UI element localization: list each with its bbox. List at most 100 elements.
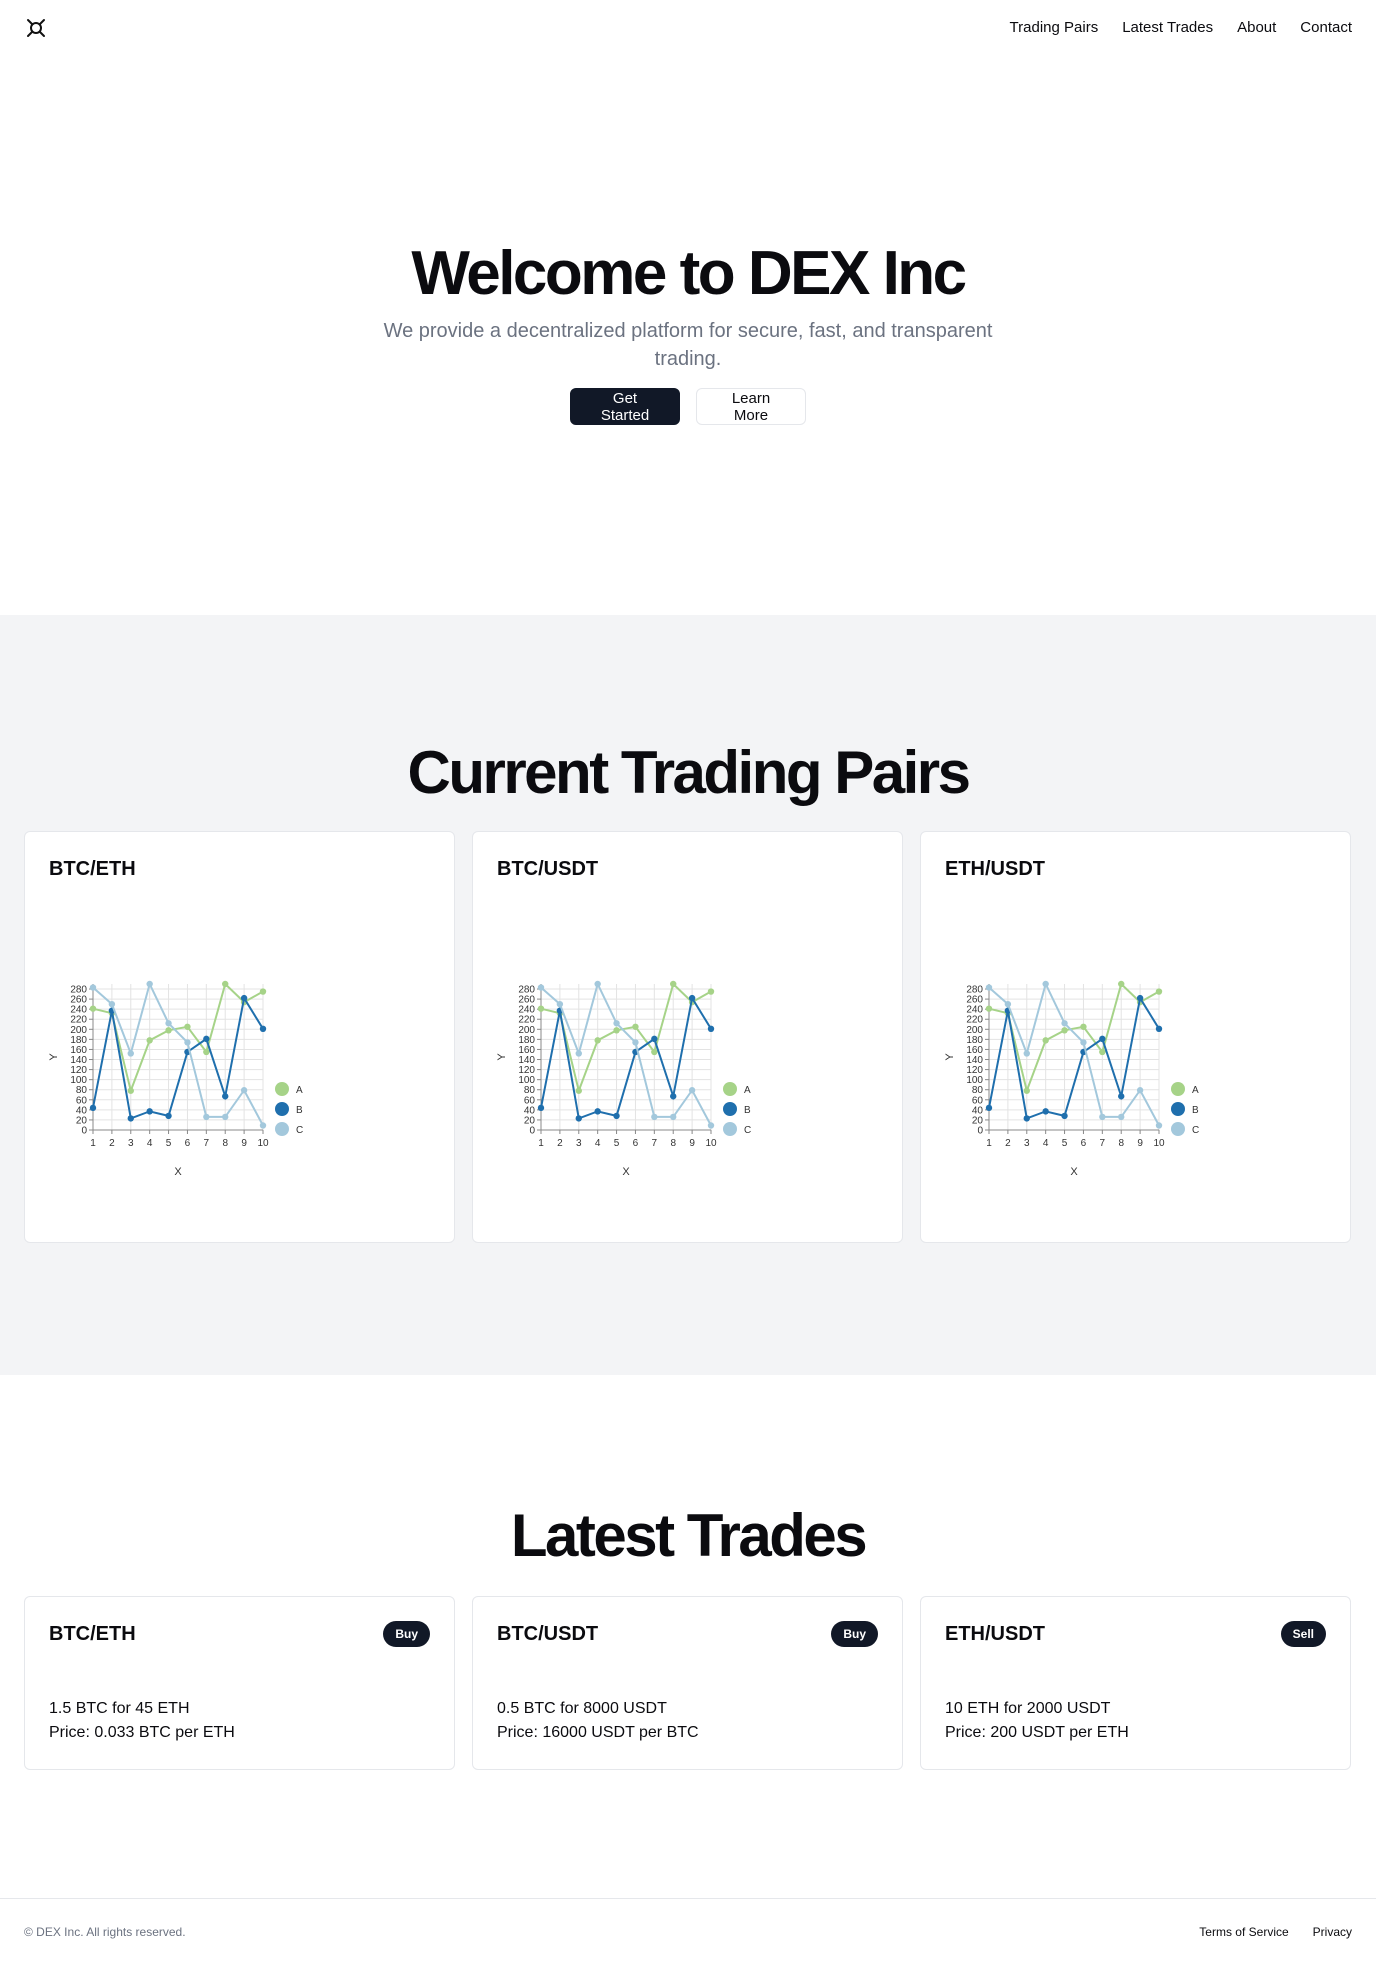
x-tick-label: 1	[538, 1138, 544, 1149]
data-point-C	[670, 1113, 677, 1121]
privacy-link[interactable]: Privacy	[1313, 1925, 1352, 1939]
data-point-C	[632, 1039, 639, 1046]
data-point-A	[707, 988, 715, 995]
hero-title: Welcome to DEX Inc	[411, 239, 967, 308]
pair-card: BTC/USDT 0 20 40 60 80 100 120 140 160 180 200 220 2…	[472, 831, 903, 1243]
y-tick-label: 160	[966, 1045, 983, 1056]
x-tick-label: 4	[147, 1138, 153, 1149]
x-tick-label: 3	[128, 1138, 134, 1149]
y-tick-label: 220	[70, 1015, 87, 1026]
data-point-A	[1023, 1087, 1030, 1094]
data-point-C	[89, 984, 97, 991]
data-point-A	[1099, 1048, 1106, 1056]
nav-contact[interactable]: Contact	[1300, 19, 1352, 36]
data-point-A	[1042, 1037, 1049, 1044]
y-tick-label: 120	[518, 1065, 535, 1076]
y-tick-label: 60	[76, 1095, 88, 1106]
legend-marker-C	[723, 1122, 737, 1136]
data-point-C	[240, 1087, 248, 1094]
data-point-C	[556, 1000, 564, 1008]
y-tick-label: 40	[524, 1105, 536, 1116]
y-tick-label: 80	[76, 1085, 88, 1096]
data-point-B	[1023, 1115, 1030, 1122]
data-point-C	[537, 984, 545, 991]
data-point-B	[1042, 1108, 1049, 1115]
data-point-A	[670, 980, 677, 988]
x-tick-label: 4	[595, 1138, 601, 1149]
y-tick-label: 220	[966, 1015, 983, 1026]
y-tick-label: 280	[966, 985, 983, 996]
nav-about[interactable]: About	[1237, 19, 1276, 36]
y-tick-label: 180	[70, 1035, 87, 1046]
get-started-button[interactable]: Get Started	[570, 388, 680, 425]
y-tick-label: 200	[966, 1025, 983, 1036]
y-axis-label: Y	[944, 1053, 956, 1061]
y-tick-label: 180	[518, 1035, 535, 1046]
data-point-B	[985, 1104, 993, 1112]
legend-label: B	[744, 1105, 751, 1116]
x-tick-label: 8	[1118, 1138, 1124, 1149]
trade-pair: BTC/USDT	[497, 1622, 599, 1645]
y-tick-label: 0	[529, 1126, 535, 1137]
data-point-C	[259, 1122, 267, 1129]
trade-cards: BTC/ETH Buy 1.5 BTC for 45 ETH Price: 0.…	[0, 1596, 1376, 1770]
learn-more-button[interactable]: Learn More	[696, 388, 806, 425]
y-tick-label: 260	[70, 995, 87, 1006]
x-tick-label: 7	[204, 1138, 210, 1149]
data-point-C	[1004, 1000, 1012, 1008]
data-point-C	[1118, 1113, 1125, 1121]
trade-card-header: BTC/ETH Buy	[49, 1621, 430, 1647]
y-axis-label: Y	[48, 1053, 60, 1061]
data-point-B	[1136, 994, 1144, 1002]
x-tick-label: 7	[1100, 1138, 1106, 1149]
pair-card: ETH/USDT 0 20 40 60 80 100 120 140 160 180 200 220 2…	[920, 831, 1351, 1243]
data-point-B	[1099, 1035, 1106, 1043]
data-point-B	[1061, 1112, 1068, 1120]
nav-latest-trades[interactable]: Latest Trades	[1122, 19, 1213, 36]
x-tick-label: 2	[1005, 1138, 1011, 1149]
site-header: Trading Pairs Latest Trades About Contac…	[0, 0, 1376, 55]
legend-label: A	[1192, 1085, 1199, 1096]
x-tick-label: 6	[1081, 1138, 1087, 1149]
trade-amount: 10 ETH for 2000 USDT	[945, 1700, 1111, 1717]
x-tick-label: 9	[689, 1138, 695, 1149]
y-tick-label: 40	[76, 1105, 88, 1116]
y-tick-label: 240	[518, 1005, 535, 1016]
y-tick-label: 240	[70, 1005, 87, 1016]
data-point-B	[165, 1112, 172, 1120]
legend-marker-C	[275, 1122, 289, 1136]
data-point-C	[1061, 1020, 1068, 1027]
legend-label: C	[1192, 1125, 1199, 1136]
x-tick-label: 8	[222, 1138, 228, 1149]
x-tick-label: 7	[652, 1138, 658, 1149]
legend-label: A	[744, 1085, 751, 1096]
y-tick-label: 280	[70, 985, 87, 996]
trade-amount: 1.5 BTC for 45 ETH	[49, 1700, 190, 1717]
terms-link[interactable]: Terms of Service	[1199, 1925, 1288, 1939]
x-tick-label: 9	[241, 1138, 247, 1149]
data-point-B	[1155, 1025, 1163, 1033]
data-point-A	[651, 1048, 658, 1056]
y-tick-label: 240	[966, 1005, 983, 1016]
nav-trading-pairs[interactable]: Trading Pairs	[1010, 19, 1099, 36]
x-tick-label: 5	[1062, 1138, 1068, 1149]
legend-label: C	[296, 1125, 303, 1136]
legend-marker-B	[723, 1102, 737, 1116]
x-tick-label: 4	[1043, 1138, 1049, 1149]
x-tick-label: 2	[109, 1138, 115, 1149]
pair-chart: 020406080100120140160180200220240260280 1…	[48, 980, 303, 1178]
data-point-A	[165, 1027, 172, 1034]
data-point-B	[707, 1025, 715, 1033]
data-point-A	[203, 1048, 210, 1056]
y-tick-label: 20	[524, 1115, 536, 1126]
y-tick-label: 140	[518, 1055, 535, 1066]
data-point-C	[1136, 1087, 1144, 1094]
logo-icon[interactable]	[24, 16, 48, 40]
data-point-B	[259, 1025, 267, 1033]
data-point-B	[222, 1093, 229, 1100]
data-point-A	[1061, 1027, 1068, 1034]
y-tick-label: 60	[524, 1095, 536, 1106]
y-tick-label: 100	[518, 1075, 535, 1086]
y-tick-label: 160	[518, 1045, 535, 1056]
y-tick-label: 100	[966, 1075, 983, 1086]
